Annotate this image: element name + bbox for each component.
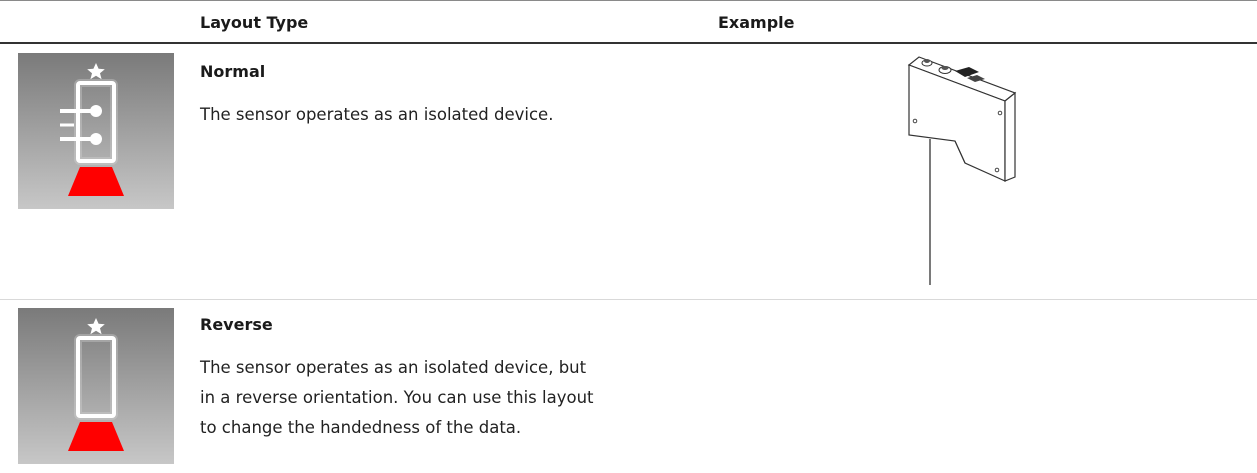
description-line: The sensor operates as an isolated devic… (200, 358, 587, 377)
column-header-layout-type: Layout Type (200, 13, 309, 32)
sensor-normal-icon (18, 53, 174, 209)
layout-description-reverse: The sensor operates as an isolated devic… (200, 353, 720, 443)
sensor-reverse-icon (18, 308, 174, 464)
description-line: in a reverse orientation. You can use th… (200, 388, 594, 407)
layout-name-reverse: Reverse (200, 315, 273, 334)
header-divider (0, 42, 1257, 44)
description-line: to change the handedness of the data. (200, 418, 522, 437)
row-divider (0, 299, 1257, 300)
table-top-rule (0, 0, 1257, 1)
layout-name-normal: Normal (200, 62, 266, 81)
layout-description-normal: The sensor operates as an isolated devic… (200, 105, 554, 124)
sensor-device-illustration (905, 53, 1025, 288)
column-header-example: Example (718, 13, 795, 32)
